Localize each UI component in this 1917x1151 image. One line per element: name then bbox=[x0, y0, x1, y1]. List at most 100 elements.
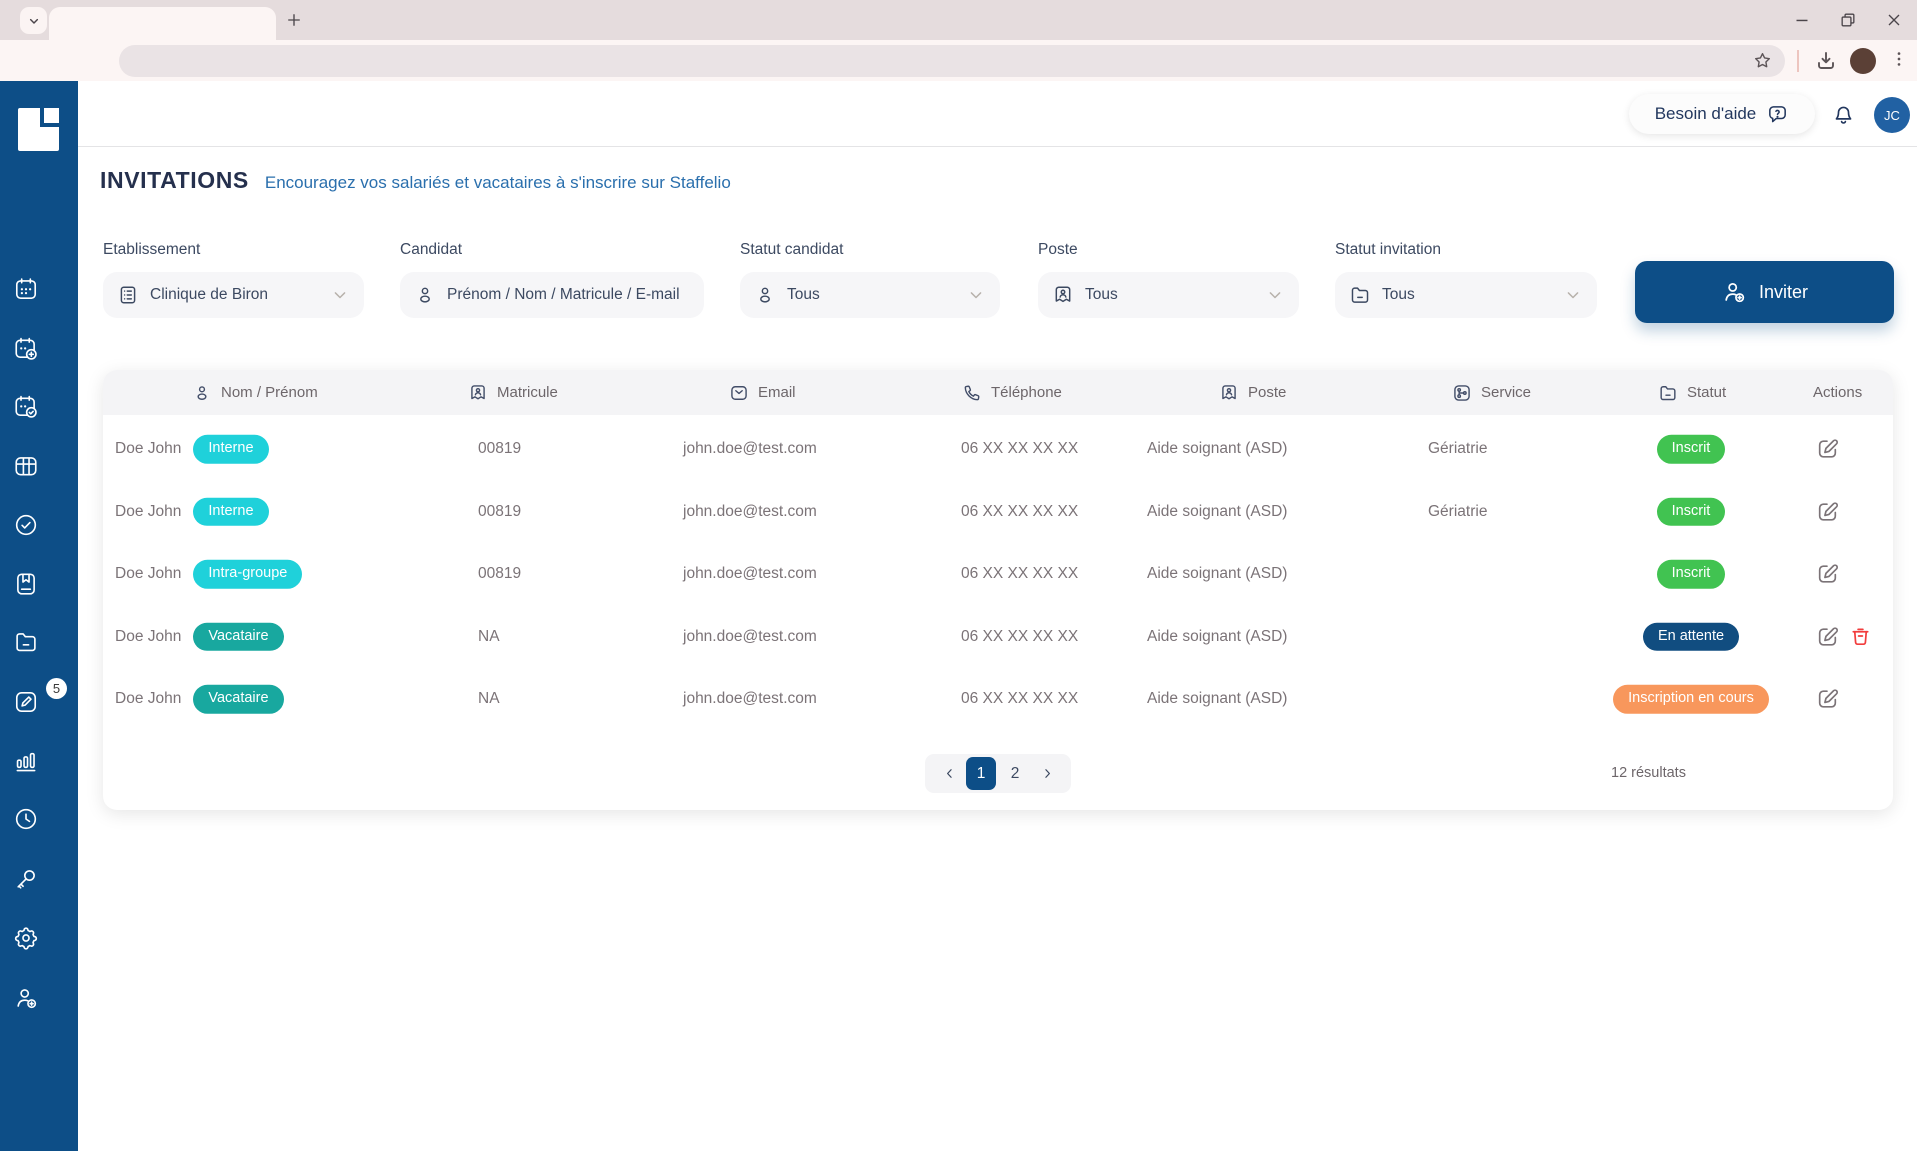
matricule-cell: NA bbox=[478, 628, 500, 646]
browser-profile-avatar[interactable] bbox=[1850, 48, 1876, 74]
minimize-button[interactable] bbox=[1787, 5, 1817, 35]
etablissement-label: Etablissement bbox=[103, 241, 364, 259]
table-header: Nom / Prénom Matricule Email Téléphone P… bbox=[103, 370, 1893, 415]
sidebar-item-documents[interactable] bbox=[13, 629, 39, 655]
avatar-initials: JC bbox=[1884, 108, 1900, 123]
edit-button[interactable] bbox=[1815, 562, 1840, 587]
downloads-button[interactable] bbox=[1814, 49, 1838, 73]
sidebar-item-directory[interactable] bbox=[13, 571, 39, 597]
filter-statut-invitation: Statut invitation Tous bbox=[1335, 241, 1597, 318]
tab-search-button[interactable] bbox=[20, 7, 47, 34]
poste-cell: Aide soignant (ASD) bbox=[1147, 690, 1287, 708]
book-icon bbox=[13, 571, 39, 597]
poste-select[interactable]: Tous bbox=[1038, 272, 1299, 318]
id-badge-icon bbox=[1052, 284, 1074, 306]
candidate-search-input[interactable] bbox=[447, 286, 690, 304]
candidate-name-cell: Doe JohnInterne bbox=[115, 435, 269, 463]
candidate-type-badge: Vacataire bbox=[193, 685, 283, 713]
user-avatar[interactable]: JC bbox=[1874, 97, 1910, 133]
etablissement-select[interactable]: Clinique de Biron bbox=[103, 272, 364, 318]
column-label: Email bbox=[758, 384, 796, 401]
question-bubble-icon bbox=[1766, 103, 1789, 126]
edit-button[interactable] bbox=[1815, 499, 1840, 524]
sidebar-item-add-shift[interactable] bbox=[13, 336, 39, 362]
table-rows: Doe JohnInterne00819john.doe@test.com06 … bbox=[103, 418, 1893, 731]
column-header-poste: Poste bbox=[1219, 370, 1286, 415]
poste-cell: Aide soignant (ASD) bbox=[1147, 440, 1287, 458]
edit-button[interactable] bbox=[1815, 687, 1840, 712]
address-bar[interactable] bbox=[119, 45, 1785, 77]
column-header-phone: Téléphone bbox=[962, 370, 1062, 415]
poste-cell: Aide soignant (ASD) bbox=[1147, 628, 1287, 646]
sidebar-item-grid[interactable] bbox=[13, 453, 39, 479]
sidebar-item-invitations[interactable] bbox=[13, 689, 39, 715]
browser-menu-button[interactable] bbox=[1889, 49, 1909, 69]
notifications-button[interactable] bbox=[1831, 102, 1856, 127]
sidebar-item-access[interactable] bbox=[13, 866, 39, 892]
invite-button[interactable]: Inviter bbox=[1635, 261, 1894, 323]
statut-candidat-value: Tous bbox=[787, 286, 820, 304]
statut-candidat-select[interactable]: Tous bbox=[740, 272, 1000, 318]
sidebar-item-add-user[interactable] bbox=[13, 985, 39, 1011]
status-badge: Inscrit bbox=[1657, 498, 1726, 526]
sidebar-item-statistics[interactable] bbox=[13, 748, 39, 774]
edit-button[interactable] bbox=[1815, 624, 1840, 649]
edit-pencil-icon bbox=[1815, 687, 1840, 712]
candidate-type-badge: Interne bbox=[193, 498, 268, 526]
page-subtitle: Encouragez vos salariés et vacataires à … bbox=[265, 173, 731, 193]
matricule-cell: NA bbox=[478, 690, 500, 708]
matricule-cell: 00819 bbox=[478, 503, 521, 521]
staffelio-logo[interactable] bbox=[18, 108, 59, 151]
pagination-prev-button[interactable] bbox=[936, 757, 962, 790]
chevron-right-icon bbox=[1040, 766, 1055, 781]
pagination-page-2[interactable]: 2 bbox=[1000, 757, 1030, 790]
filter-candidat: Candidat bbox=[400, 241, 704, 318]
status-cell: Inscrit bbox=[1591, 560, 1791, 588]
close-icon bbox=[1884, 10, 1904, 30]
bookmark-star-icon[interactable] bbox=[1752, 50, 1773, 71]
column-header-matricule: Matricule bbox=[468, 370, 558, 415]
status-cell: Inscription en cours bbox=[1591, 685, 1791, 713]
check-circle-icon bbox=[13, 512, 39, 538]
poste-value: Tous bbox=[1085, 286, 1118, 304]
clock-icon bbox=[13, 806, 39, 832]
column-label: Service bbox=[1481, 384, 1531, 401]
sidebar-item-history[interactable] bbox=[13, 806, 39, 832]
actions-cell bbox=[1815, 499, 1840, 524]
trash-icon bbox=[1849, 625, 1872, 648]
page-title: INVITATIONS bbox=[100, 167, 249, 194]
sidebar-item-settings[interactable] bbox=[13, 925, 39, 951]
new-tab-button[interactable] bbox=[280, 6, 308, 34]
person-icon bbox=[192, 383, 212, 403]
status-badge: Inscrit bbox=[1657, 560, 1726, 588]
pagination-next-button[interactable] bbox=[1034, 757, 1060, 790]
download-icon bbox=[1814, 49, 1838, 73]
pagination-page-1[interactable]: 1 bbox=[966, 757, 996, 790]
delete-button[interactable] bbox=[1849, 625, 1872, 648]
filter-etablissement: Etablissement Clinique de Biron bbox=[103, 241, 364, 318]
etablissement-value: Clinique de Biron bbox=[150, 286, 268, 304]
actions-cell bbox=[1815, 624, 1872, 649]
candidat-search-box[interactable] bbox=[400, 272, 704, 318]
close-button[interactable] bbox=[1879, 5, 1909, 35]
browser-tab[interactable] bbox=[49, 7, 276, 40]
column-header-name: Nom / Prénom bbox=[192, 370, 318, 415]
restore-button[interactable] bbox=[1833, 5, 1863, 35]
statut-invitation-select[interactable]: Tous bbox=[1335, 272, 1597, 318]
sidebar-item-planning[interactable] bbox=[13, 276, 39, 302]
pagination: 1 2 bbox=[925, 754, 1071, 793]
column-label: Actions bbox=[1813, 384, 1862, 401]
table-row: Doe JohnVacataireNAjohn.doe@test.com06 X… bbox=[103, 606, 1893, 669]
column-label: Nom / Prénom bbox=[221, 384, 318, 401]
help-button[interactable]: Besoin d'aide bbox=[1629, 94, 1815, 134]
column-label: Poste bbox=[1248, 384, 1286, 401]
table-row: Doe JohnInterne00819john.doe@test.com06 … bbox=[103, 481, 1893, 544]
key-icon bbox=[13, 866, 39, 892]
column-label: Téléphone bbox=[991, 384, 1062, 401]
sidebar-item-validation[interactable] bbox=[13, 512, 39, 538]
status-cell: Inscrit bbox=[1591, 435, 1791, 463]
edit-button[interactable] bbox=[1815, 437, 1840, 462]
gear-icon bbox=[13, 925, 39, 951]
sidebar-item-validated-shifts[interactable] bbox=[13, 394, 39, 420]
invitations-count-badge: 5 bbox=[46, 678, 67, 699]
